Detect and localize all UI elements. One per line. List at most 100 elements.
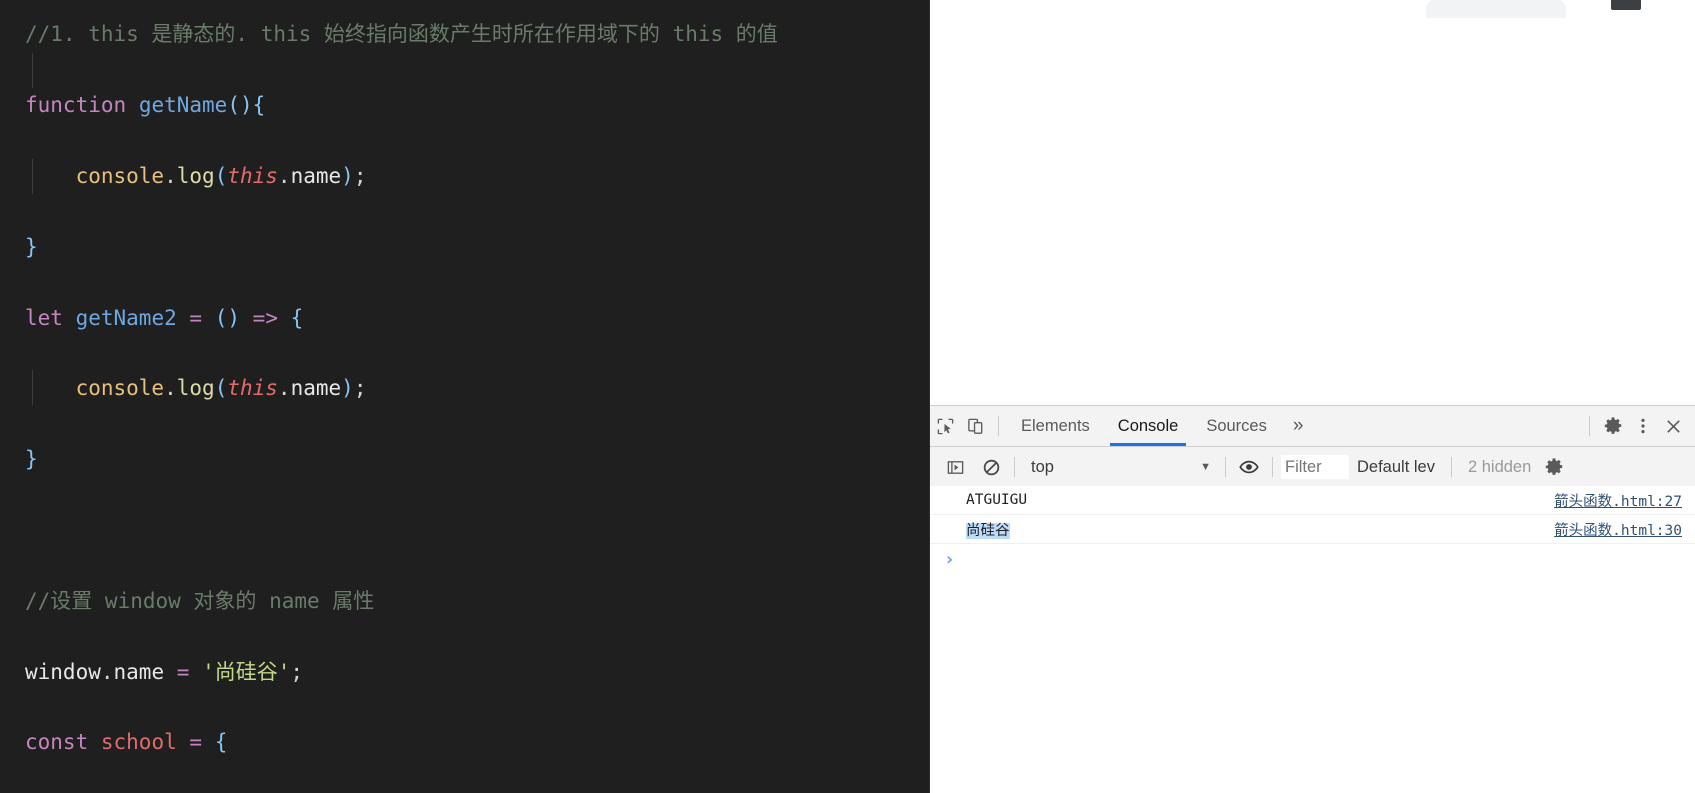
prop-log2: log [176, 376, 215, 401]
eye-icon[interactable] [1234, 452, 1264, 482]
sp2 [177, 306, 190, 330]
settings-gear-icon[interactable] [1598, 411, 1628, 441]
clear-console-icon[interactable] [976, 452, 1006, 482]
code-line: let getName2 = () => { [25, 301, 929, 336]
prop-name3: name [113, 659, 165, 684]
devtools-tab-list: Elements Console Sources [1007, 406, 1281, 446]
hidden-messages-count[interactable]: 2 hidden [1460, 458, 1539, 477]
obj-console2: console [75, 376, 165, 401]
semi3: ; [290, 659, 304, 684]
kw-let: let [25, 305, 63, 330]
parens2: () [214, 305, 241, 330]
brace2: { [290, 305, 304, 330]
semi2: ; [353, 376, 367, 401]
console-message-list[interactable]: ATGUIGU 箭头函数.html:27 尚硅谷 箭头函数.html:30 › [930, 486, 1695, 793]
console-message-text: 尚硅谷 [966, 519, 1554, 540]
parens: () [227, 93, 253, 118]
screen-root: //1. this 是静态的. this 始终指向函数产生时所在作用域下的 th… [0, 0, 1695, 793]
prop-name2: name [290, 376, 342, 401]
sp3 [202, 306, 215, 330]
sp5 [278, 306, 291, 330]
semi: ; [353, 164, 367, 188]
code-line: const school = { [25, 725, 929, 760]
console-level-select[interactable]: Default lev [1349, 458, 1443, 477]
browser-window: Elements Console Sources » top ▼ Filter … [929, 0, 1695, 793]
dot3: . [164, 376, 177, 401]
browser-button-partial[interactable] [1611, 0, 1641, 10]
more-tabs-glyph: » [1292, 415, 1304, 436]
code-line: } [25, 442, 929, 477]
hidden-messages-label: 2 hidden [1467, 457, 1532, 476]
execution-context-select[interactable]: top ▼ [1023, 454, 1217, 480]
kw-this: this [227, 164, 278, 188]
str-shangguigu: '尚硅谷' [202, 659, 291, 684]
actions-divider [1589, 416, 1590, 436]
devtools-tabbar: Elements Console Sources » [930, 406, 1695, 447]
page-viewport[interactable] [930, 21, 1695, 413]
code-line: //设置 window 对象的 name 属性 [25, 584, 929, 619]
console-level-label: Default lev [1357, 457, 1435, 476]
sp8 [88, 730, 101, 754]
devtools-panel: Elements Console Sources » top ▼ Filter … [930, 405, 1695, 793]
console-sidebar-toggle-icon[interactable] [940, 452, 970, 482]
device-toolbar-icon[interactable] [960, 411, 990, 441]
op-assign2: = [176, 659, 190, 684]
tab-console[interactable]: Console [1104, 406, 1193, 446]
brace-close2: } [25, 447, 38, 472]
more-options-icon[interactable] [1628, 411, 1658, 441]
dot: . [164, 164, 177, 188]
brace3: { [214, 730, 228, 755]
paren-close2: ) [341, 376, 354, 401]
indent-guide [32, 53, 33, 88]
tab-sources-label: Sources [1206, 416, 1267, 435]
code-line-1-text: //1. this 是静态的. this 始终指向函数产生时所在作用域下的 th… [25, 22, 778, 47]
console-prompt-row[interactable]: › [930, 544, 1695, 574]
console-message-row[interactable]: ATGUIGU 箭头函数.html:27 [930, 486, 1695, 515]
close-devtools-icon[interactable] [1658, 411, 1688, 441]
dot5: . [100, 659, 114, 684]
browser-tab-partial[interactable] [1426, 0, 1566, 18]
devtools-tabbar-actions [1581, 411, 1695, 441]
sp [63, 306, 76, 330]
indent-guide [32, 370, 33, 405]
sp6 [164, 660, 177, 684]
indent-guide [32, 159, 33, 194]
console-toolbar-divider-1 [1014, 457, 1015, 477]
browser-chrome-strip [930, 0, 1695, 22]
op-arrow: => [252, 305, 278, 330]
sp10 [202, 730, 215, 754]
console-message-source-link[interactable]: 箭头函数.html:27 [1554, 490, 1682, 511]
kw-this2: this [227, 376, 278, 401]
console-message-source-link[interactable]: 箭头函数.html:30 [1554, 519, 1682, 540]
prop-log: log [176, 164, 215, 188]
console-prompt-caret-icon: › [944, 548, 955, 570]
console-message-text: ATGUIGU [966, 492, 1028, 508]
code-line: //1. this 是静态的. this 始终指向函数产生时所在作用域下的 th… [25, 17, 929, 52]
console-toolbar-divider-2 [1225, 457, 1226, 477]
kw-function: function [25, 93, 127, 118]
sp7 [189, 660, 202, 684]
tab-elements[interactable]: Elements [1007, 406, 1104, 446]
var-school: school [100, 730, 177, 755]
fn-getname2: getName2 [75, 305, 177, 330]
obj-window: window [25, 659, 101, 684]
code-editor-pane[interactable]: //1. this 是静态的. this 始终指向函数产生时所在作用域下的 th… [0, 0, 929, 793]
sp4 [240, 306, 253, 330]
console-settings-gear-icon[interactable] [1539, 452, 1569, 482]
op-assign: = [189, 305, 203, 330]
code-line: window.name = '尚硅谷'; [25, 655, 929, 690]
console-message-text-selected: 尚硅谷 [966, 522, 1010, 539]
code-line: function getName(){ [25, 88, 929, 123]
tab-sources[interactable]: Sources [1192, 406, 1281, 446]
dot2: . [277, 164, 291, 188]
sp [126, 93, 139, 117]
console-filter-input[interactable] [1281, 455, 1349, 479]
chevron-down-icon: ▼ [1200, 461, 1211, 473]
more-tabs-icon[interactable]: » [1281, 406, 1316, 446]
obj-console: console [75, 164, 165, 188]
inspect-element-icon[interactable] [930, 411, 960, 441]
code-line: console.log(this.name); [25, 159, 929, 194]
console-prompt-input[interactable] [955, 549, 1695, 569]
code-content[interactable]: //1. this 是静态的. this 始终指向函数产生时所在作用域下的 th… [0, 0, 929, 793]
console-message-row[interactable]: 尚硅谷 箭头函数.html:30 [930, 515, 1695, 544]
